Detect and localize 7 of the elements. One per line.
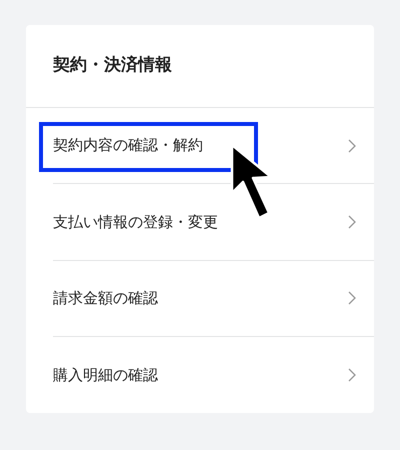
chevron-right-icon: [348, 368, 356, 382]
menu-item[interactable]: 購入明細の確認: [53, 336, 374, 413]
chevron-right-icon: [348, 138, 356, 153]
chevron-right-icon: [348, 291, 356, 306]
card-title: 契約・決済情報: [53, 54, 172, 78]
menu-item[interactable]: 請求金額の確認: [53, 260, 374, 337]
chevron-right-icon: [348, 214, 356, 229]
